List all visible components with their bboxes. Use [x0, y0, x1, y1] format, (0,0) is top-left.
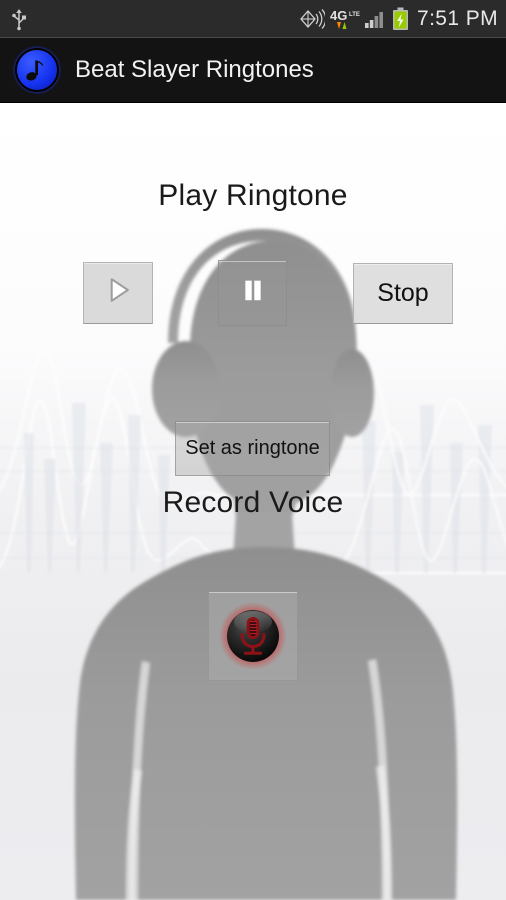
record-button[interactable] [208, 591, 298, 681]
gps-icon [299, 8, 327, 30]
phone-screen: 4G LTE 7:51 PM Beat Slayer Ringtones Pla… [0, 0, 506, 900]
play-ringtone-heading: Play Ringtone [158, 179, 348, 212]
pause-bars-icon [236, 273, 270, 314]
status-bar: 4G LTE 7:51 PM [0, 0, 506, 38]
record-voice-heading: Record Voice [162, 486, 344, 519]
status-bar-clock: 7:51 PM [416, 7, 498, 30]
stop-button[interactable]: Stop [353, 263, 453, 324]
svg-text:4G: 4G [330, 8, 347, 23]
play-button[interactable] [83, 262, 153, 324]
svg-text:LTE: LTE [349, 12, 360, 18]
microphone-icon [217, 600, 289, 672]
pause-button[interactable] [218, 260, 287, 326]
action-bar: Beat Slayer Ringtones [0, 38, 506, 103]
controls-layer: Play Ringtone Stop Set as ringtone Recor… [0, 103, 506, 900]
status-bar-left [0, 7, 299, 31]
play-triangle-icon [100, 272, 136, 315]
status-bar-right: 4G LTE 7:51 PM [299, 7, 506, 31]
lte-4g-icon: 4G LTE [330, 7, 360, 31]
signal-bars-icon [364, 9, 387, 29]
battery-charging-icon [392, 7, 409, 31]
music-note-app-icon [15, 48, 59, 92]
main-content: Play Ringtone Stop Set as ringtone Recor… [0, 103, 506, 900]
usb-icon [10, 7, 28, 31]
set-as-ringtone-button[interactable]: Set as ringtone [175, 421, 330, 476]
app-title: Beat Slayer Ringtones [75, 56, 314, 83]
